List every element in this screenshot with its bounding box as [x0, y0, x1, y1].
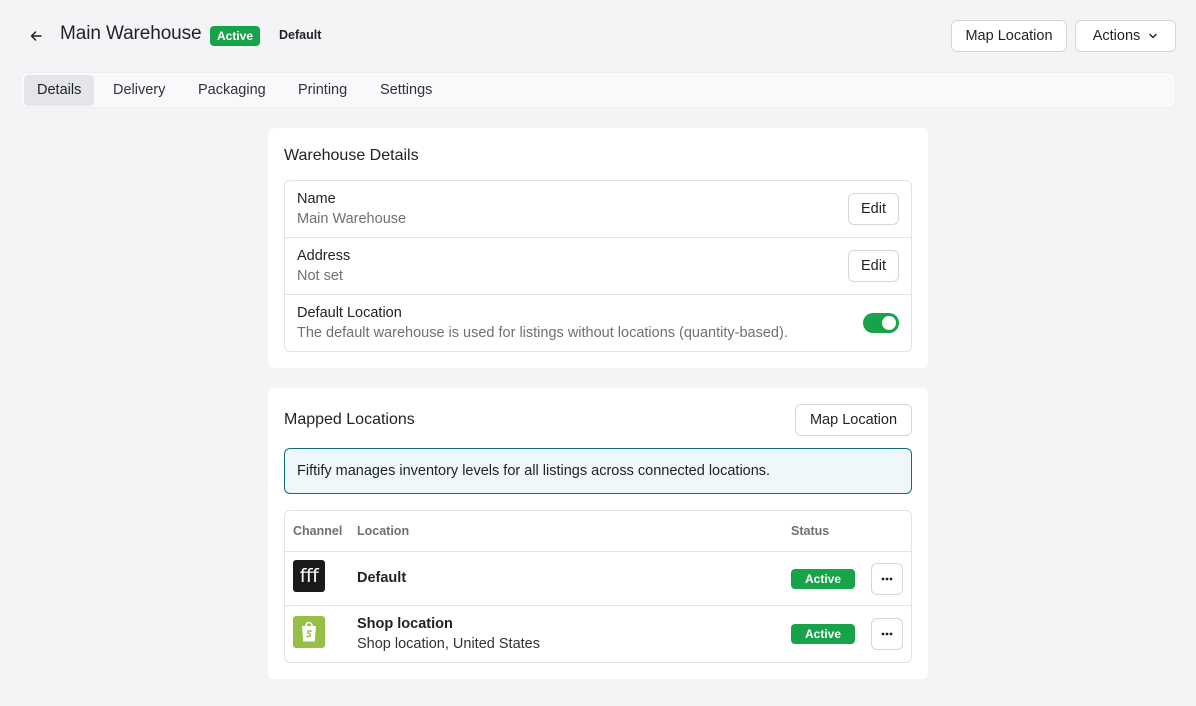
address-row: Address Not set Edit: [285, 238, 911, 295]
table-row: Shop location Shop location, United Stat…: [285, 606, 911, 662]
tab-delivery[interactable]: Delivery: [100, 75, 178, 106]
default-location-row: Default Location The default warehouse i…: [285, 295, 911, 352]
fiftify-logo-icon: fff: [293, 560, 325, 592]
location-subtitle: Shop location, United States: [357, 636, 540, 652]
mapped-locations-card: Mapped Locations Map Location Fiftify ma…: [268, 388, 928, 679]
arrow-left-icon: [30, 31, 42, 41]
row-more-button[interactable]: [871, 563, 903, 595]
name-row: Name Main Warehouse Edit: [285, 181, 911, 238]
table-row: fff Default Active: [285, 552, 911, 606]
locations-table: Channel Location Status fff Default Acti…: [284, 510, 912, 663]
column-status: Status: [791, 524, 830, 538]
tab-details[interactable]: Details: [24, 75, 95, 106]
default-location-description: The default warehouse is used for listin…: [297, 325, 788, 341]
info-banner: Fiftify manages inventory levels for all…: [284, 448, 912, 494]
actions-button[interactable]: Actions: [1075, 20, 1176, 52]
page-header: Main Warehouse Active Default Map Locati…: [24, 20, 1176, 52]
location-status-badge: Active: [791, 569, 855, 589]
more-horizontal-icon: [881, 577, 893, 581]
status-badge: Active: [210, 26, 261, 46]
info-banner-text: Fiftify manages inventory levels for all…: [297, 463, 771, 479]
column-channel: Channel: [293, 524, 343, 538]
tab-bar: Details Delivery Packaging Printing Sett…: [20, 72, 1176, 108]
map-location-button[interactable]: Map Location: [951, 20, 1067, 52]
warehouse-details-card: Warehouse Details Name Main Warehouse Ed…: [268, 128, 928, 368]
table-header: Channel Location Status: [285, 511, 911, 552]
row-more-button[interactable]: [871, 618, 903, 650]
warehouse-details-title: Warehouse Details: [284, 147, 419, 164]
column-location: Location: [357, 524, 410, 538]
tab-printing[interactable]: Printing: [285, 75, 360, 106]
tab-packaging[interactable]: Packaging: [185, 75, 279, 106]
mapped-locations-title: Mapped Locations: [284, 411, 415, 428]
edit-name-button[interactable]: Edit: [848, 193, 899, 225]
shopify-bag-icon: [302, 621, 316, 642]
page-title: Main Warehouse: [60, 23, 202, 44]
back-button[interactable]: [24, 24, 48, 48]
details-list: Name Main Warehouse Edit Address Not set…: [284, 180, 912, 352]
default-label: Default: [279, 28, 322, 42]
default-location-toggle[interactable]: [863, 313, 899, 333]
address-value: Not set: [297, 268, 343, 284]
address-label: Address: [297, 248, 351, 264]
map-location-card-button[interactable]: Map Location: [795, 404, 912, 436]
name-value: Main Warehouse: [297, 211, 407, 227]
name-label: Name: [297, 191, 336, 207]
location-name: Shop location: [357, 616, 453, 632]
toggle-knob: [882, 316, 896, 330]
location-name: Default: [357, 570, 407, 586]
location-status-badge: Active: [791, 624, 855, 644]
shopify-logo-icon: [293, 616, 325, 648]
chevron-down-icon: [1149, 33, 1157, 39]
tab-settings[interactable]: Settings: [367, 75, 445, 106]
actions-label: Actions: [1092, 28, 1141, 44]
default-location-label: Default Location: [297, 305, 402, 321]
edit-address-button[interactable]: Edit: [848, 250, 899, 282]
more-horizontal-icon: [881, 632, 893, 636]
